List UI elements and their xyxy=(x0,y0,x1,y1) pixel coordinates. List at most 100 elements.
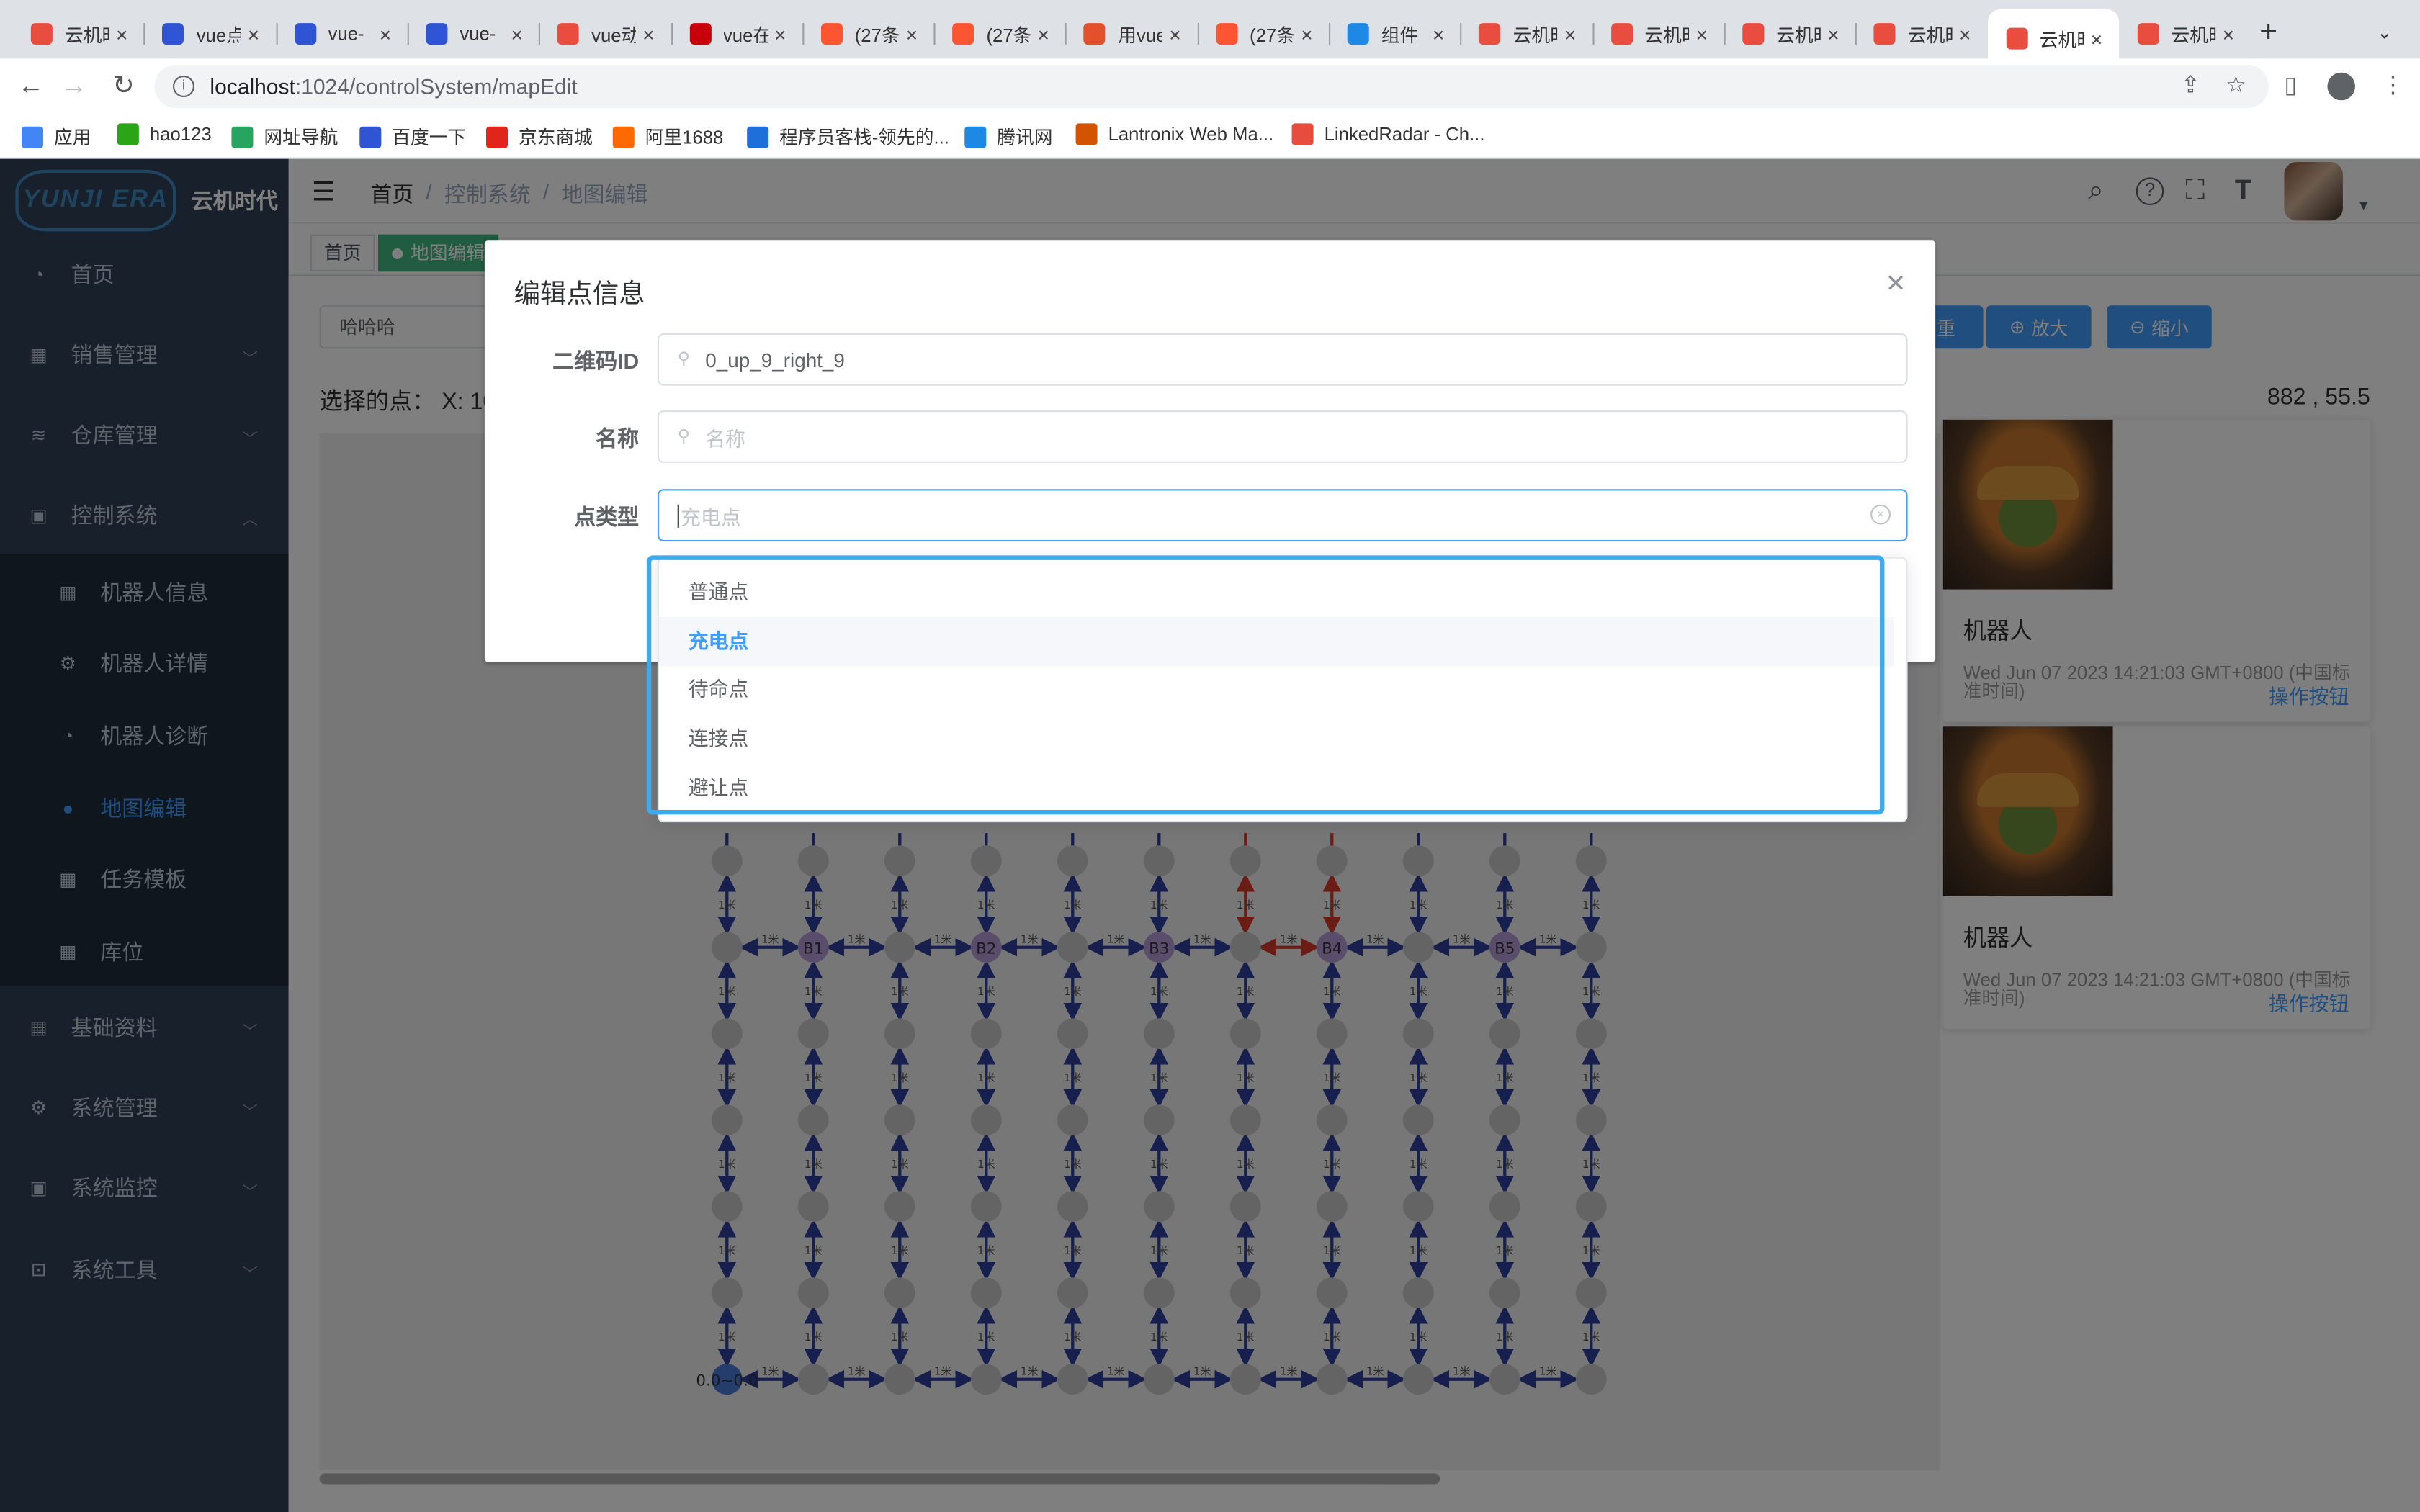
tab-close-icon[interactable]: × xyxy=(109,22,134,45)
dialog-title: 编辑点信息 xyxy=(514,279,645,309)
tab-favicon-icon xyxy=(1347,23,1369,45)
tab-close-icon[interactable]: × xyxy=(1690,22,1714,45)
bookmark-favicon-icon xyxy=(486,125,508,148)
bookmark-label: 腾讯网 xyxy=(997,126,1053,148)
tab-close-icon[interactable]: × xyxy=(1558,22,1582,45)
bookmark-item[interactable]: 程序员客栈-领先的... xyxy=(747,123,949,149)
qr-id-value: 0_up_9_right_9 xyxy=(705,348,845,372)
tab-favicon-icon xyxy=(294,23,316,45)
tab-title: 云机时代 xyxy=(1644,24,1689,46)
browser-menu-icon[interactable]: ⋮ xyxy=(2381,71,2404,99)
profile-icon[interactable] xyxy=(2327,72,2355,101)
bookmark-item[interactable]: Lantronix Web Ma... xyxy=(1075,123,1273,145)
tab-favicon-icon xyxy=(557,23,579,45)
name-field[interactable]: ⚲ 名称 xyxy=(657,410,1908,463)
bookmark-favicon-icon xyxy=(231,125,254,148)
bookmark-label: LinkedRadar - Ch... xyxy=(1324,123,1485,145)
browser-tab[interactable]: (27条 × xyxy=(802,12,933,55)
bookmark-item[interactable]: 应用 xyxy=(22,123,91,149)
bookmark-item[interactable]: 百度一下 xyxy=(359,123,466,149)
tab-close-icon[interactable]: × xyxy=(1953,22,1977,45)
tab-title: 云机时代 xyxy=(1907,24,1953,46)
url-path: :1024/controlSystem/mapEdit xyxy=(295,73,578,99)
tab-close-icon[interactable]: × xyxy=(1294,22,1319,45)
browser-tab[interactable]: 云机时代× xyxy=(1724,12,1855,55)
bookmark-favicon-icon xyxy=(1075,123,1098,145)
tab-close-icon[interactable]: × xyxy=(1426,22,1451,45)
tab-title: vue动 xyxy=(591,24,637,46)
tab-favicon-icon xyxy=(30,23,53,45)
tab-close-icon[interactable]: × xyxy=(2084,27,2109,50)
name-placeholder: 名称 xyxy=(705,426,746,450)
reload-icon[interactable]: ↻ xyxy=(105,68,142,104)
tab-favicon-icon xyxy=(689,23,711,45)
bookmark-star-icon[interactable]: ☆ xyxy=(2226,71,2246,99)
text-caret xyxy=(677,503,679,527)
browser-tab[interactable]: vue在 × xyxy=(671,12,802,55)
bookmark-item[interactable]: LinkedRadar - Ch... xyxy=(1291,123,1485,145)
browser-tab[interactable]: 云机时代× xyxy=(1592,12,1724,55)
browser-tab[interactable]: 云机时代× xyxy=(12,12,143,55)
share-icon[interactable]: ⇪ xyxy=(2181,71,2200,99)
tab-close-icon[interactable]: × xyxy=(768,22,792,45)
clear-icon[interactable]: × xyxy=(1870,504,1891,525)
bookmark-item[interactable]: 网址导航 xyxy=(231,123,338,149)
tab-favicon-icon xyxy=(1215,23,1237,45)
bookmark-favicon-icon xyxy=(964,125,987,148)
tab-close-icon[interactable]: × xyxy=(2216,22,2241,45)
tab-title: 云机时代 xyxy=(65,24,109,46)
site-info-icon[interactable]: i xyxy=(173,76,194,97)
tab-close-icon[interactable]: × xyxy=(900,22,924,45)
tab-favicon-icon xyxy=(952,23,974,45)
name-label: 名称 xyxy=(596,426,640,451)
new-tab-button[interactable]: + xyxy=(2259,15,2277,50)
bookmark-item[interactable]: 京东商城 xyxy=(486,123,593,149)
tab-close-icon[interactable]: × xyxy=(636,22,660,45)
bookmark-favicon-icon xyxy=(22,125,43,148)
bookmark-item[interactable]: 阿里1688 xyxy=(612,123,724,149)
browser-tab[interactable]: 云机时代× xyxy=(1855,12,1986,55)
bookmark-favicon-icon xyxy=(359,125,382,148)
browser-tab[interactable]: (27条 × xyxy=(1197,12,1328,55)
tab-close-icon[interactable]: × xyxy=(1162,22,1187,45)
tab-close-icon[interactable]: × xyxy=(504,22,529,45)
bookmark-item[interactable]: 腾讯网 xyxy=(964,123,1052,149)
forward-icon[interactable]: → xyxy=(55,68,92,104)
tab-close-icon[interactable]: × xyxy=(1821,22,1845,45)
browser-tab[interactable]: vue- × xyxy=(275,12,407,55)
tab-close-icon[interactable]: × xyxy=(1031,22,1056,45)
browser-tab[interactable]: 组件 × xyxy=(1329,12,1460,55)
tab-close-icon[interactable]: × xyxy=(373,22,398,45)
side-panel-icon[interactable]: ▯ xyxy=(2284,71,2297,99)
tab-title: 用vue xyxy=(1118,24,1163,46)
browser-tab[interactable]: vue- × xyxy=(407,12,538,55)
bookmark-label: 阿里1688 xyxy=(645,126,724,148)
address-bar[interactable]: i localhost:1024/controlSystem/mapEdit xyxy=(154,65,2269,108)
tab-title: (27条 xyxy=(1250,24,1295,46)
tab-close-icon[interactable]: × xyxy=(241,22,266,45)
bookmark-label: 百度一下 xyxy=(392,126,467,148)
url-host: localhost xyxy=(210,73,295,99)
tab-favicon-icon xyxy=(1873,23,1896,45)
point-type-select[interactable]: 充电点 × xyxy=(657,489,1908,542)
browser-toolbar: ← → ↻ i localhost:1024/controlSystem/map… xyxy=(0,58,2420,114)
bookmark-favicon-icon xyxy=(117,123,139,145)
tab-favicon-icon xyxy=(1742,23,1765,45)
browser-tab[interactable]: 云机时代× xyxy=(2119,12,2250,55)
bookmark-item[interactable]: hao123 xyxy=(117,123,212,145)
browser-tab[interactable]: vue点击× xyxy=(143,12,275,55)
tab-title: 云机时代 xyxy=(1776,24,1821,46)
point-type-placeholder: 充电点 xyxy=(681,505,741,528)
back-icon[interactable]: ← xyxy=(12,68,49,104)
browser-tab[interactable]: vue动 × xyxy=(539,12,670,55)
tab-favicon-icon xyxy=(1479,23,1501,45)
tab-title: (27条 xyxy=(986,24,1031,46)
close-icon[interactable]: ✕ xyxy=(1886,269,1906,300)
browser-tab[interactable]: 用vue × xyxy=(1065,12,1196,55)
tab-search-icon[interactable]: ⌄ xyxy=(2377,22,2393,43)
bookmark-label: 网址导航 xyxy=(264,126,339,148)
browser-tab[interactable]: (27条 × xyxy=(933,12,1065,55)
browser-tab[interactable]: 云机时代× xyxy=(1460,12,1592,55)
qr-id-field[interactable]: ⚲ 0_up_9_right_9 xyxy=(657,333,1908,386)
qr-id-label: 二维码ID xyxy=(552,348,640,374)
